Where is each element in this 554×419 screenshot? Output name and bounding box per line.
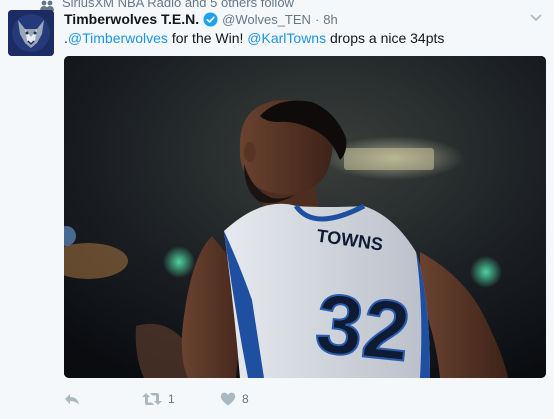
tweet-text: .@Timberwolves for the Win! @KarlTowns d… <box>64 29 444 47</box>
tweet-photo[interactable]: TOWNS 32 <box>64 56 546 378</box>
timestamp[interactable]: 8h <box>323 12 337 27</box>
retweet-icon <box>142 393 162 405</box>
verified-badge-icon <box>203 11 218 27</box>
avatar[interactable] <box>8 10 54 56</box>
like-count: 8 <box>242 392 249 406</box>
text-middle: for the Win! <box>167 30 248 46</box>
mention-link[interactable]: @Timberwolves <box>68 30 168 46</box>
social-context-text[interactable]: SiriusXM NBA Radio and 5 others follow <box>62 0 294 10</box>
handle[interactable]: @Wolves_TEN <box>222 12 311 27</box>
jersey-number: 32 <box>312 276 415 378</box>
wolf-logo-icon <box>8 10 54 56</box>
text-suffix: drops a nice 34pts <box>326 30 445 46</box>
mention-link[interactable]: @KarlTowns <box>247 30 326 46</box>
chevron-down-icon[interactable] <box>530 14 542 22</box>
heart-icon <box>220 392 236 406</box>
tweet-actions: 1 8 <box>64 390 364 408</box>
retweet-button[interactable]: 1 <box>142 390 175 408</box>
separator-dot: · <box>314 11 320 27</box>
reply-icon <box>65 394 79 405</box>
retweet-count: 1 <box>168 392 175 406</box>
like-button[interactable]: 8 <box>220 390 249 408</box>
tweet-header: Timberwolves T.E.N. @Wolves_TEN · 8h <box>64 10 338 28</box>
reply-button[interactable] <box>64 390 86 408</box>
player-photo: TOWNS 32 <box>64 56 546 378</box>
display-name[interactable]: Timberwolves T.E.N. <box>64 11 199 27</box>
